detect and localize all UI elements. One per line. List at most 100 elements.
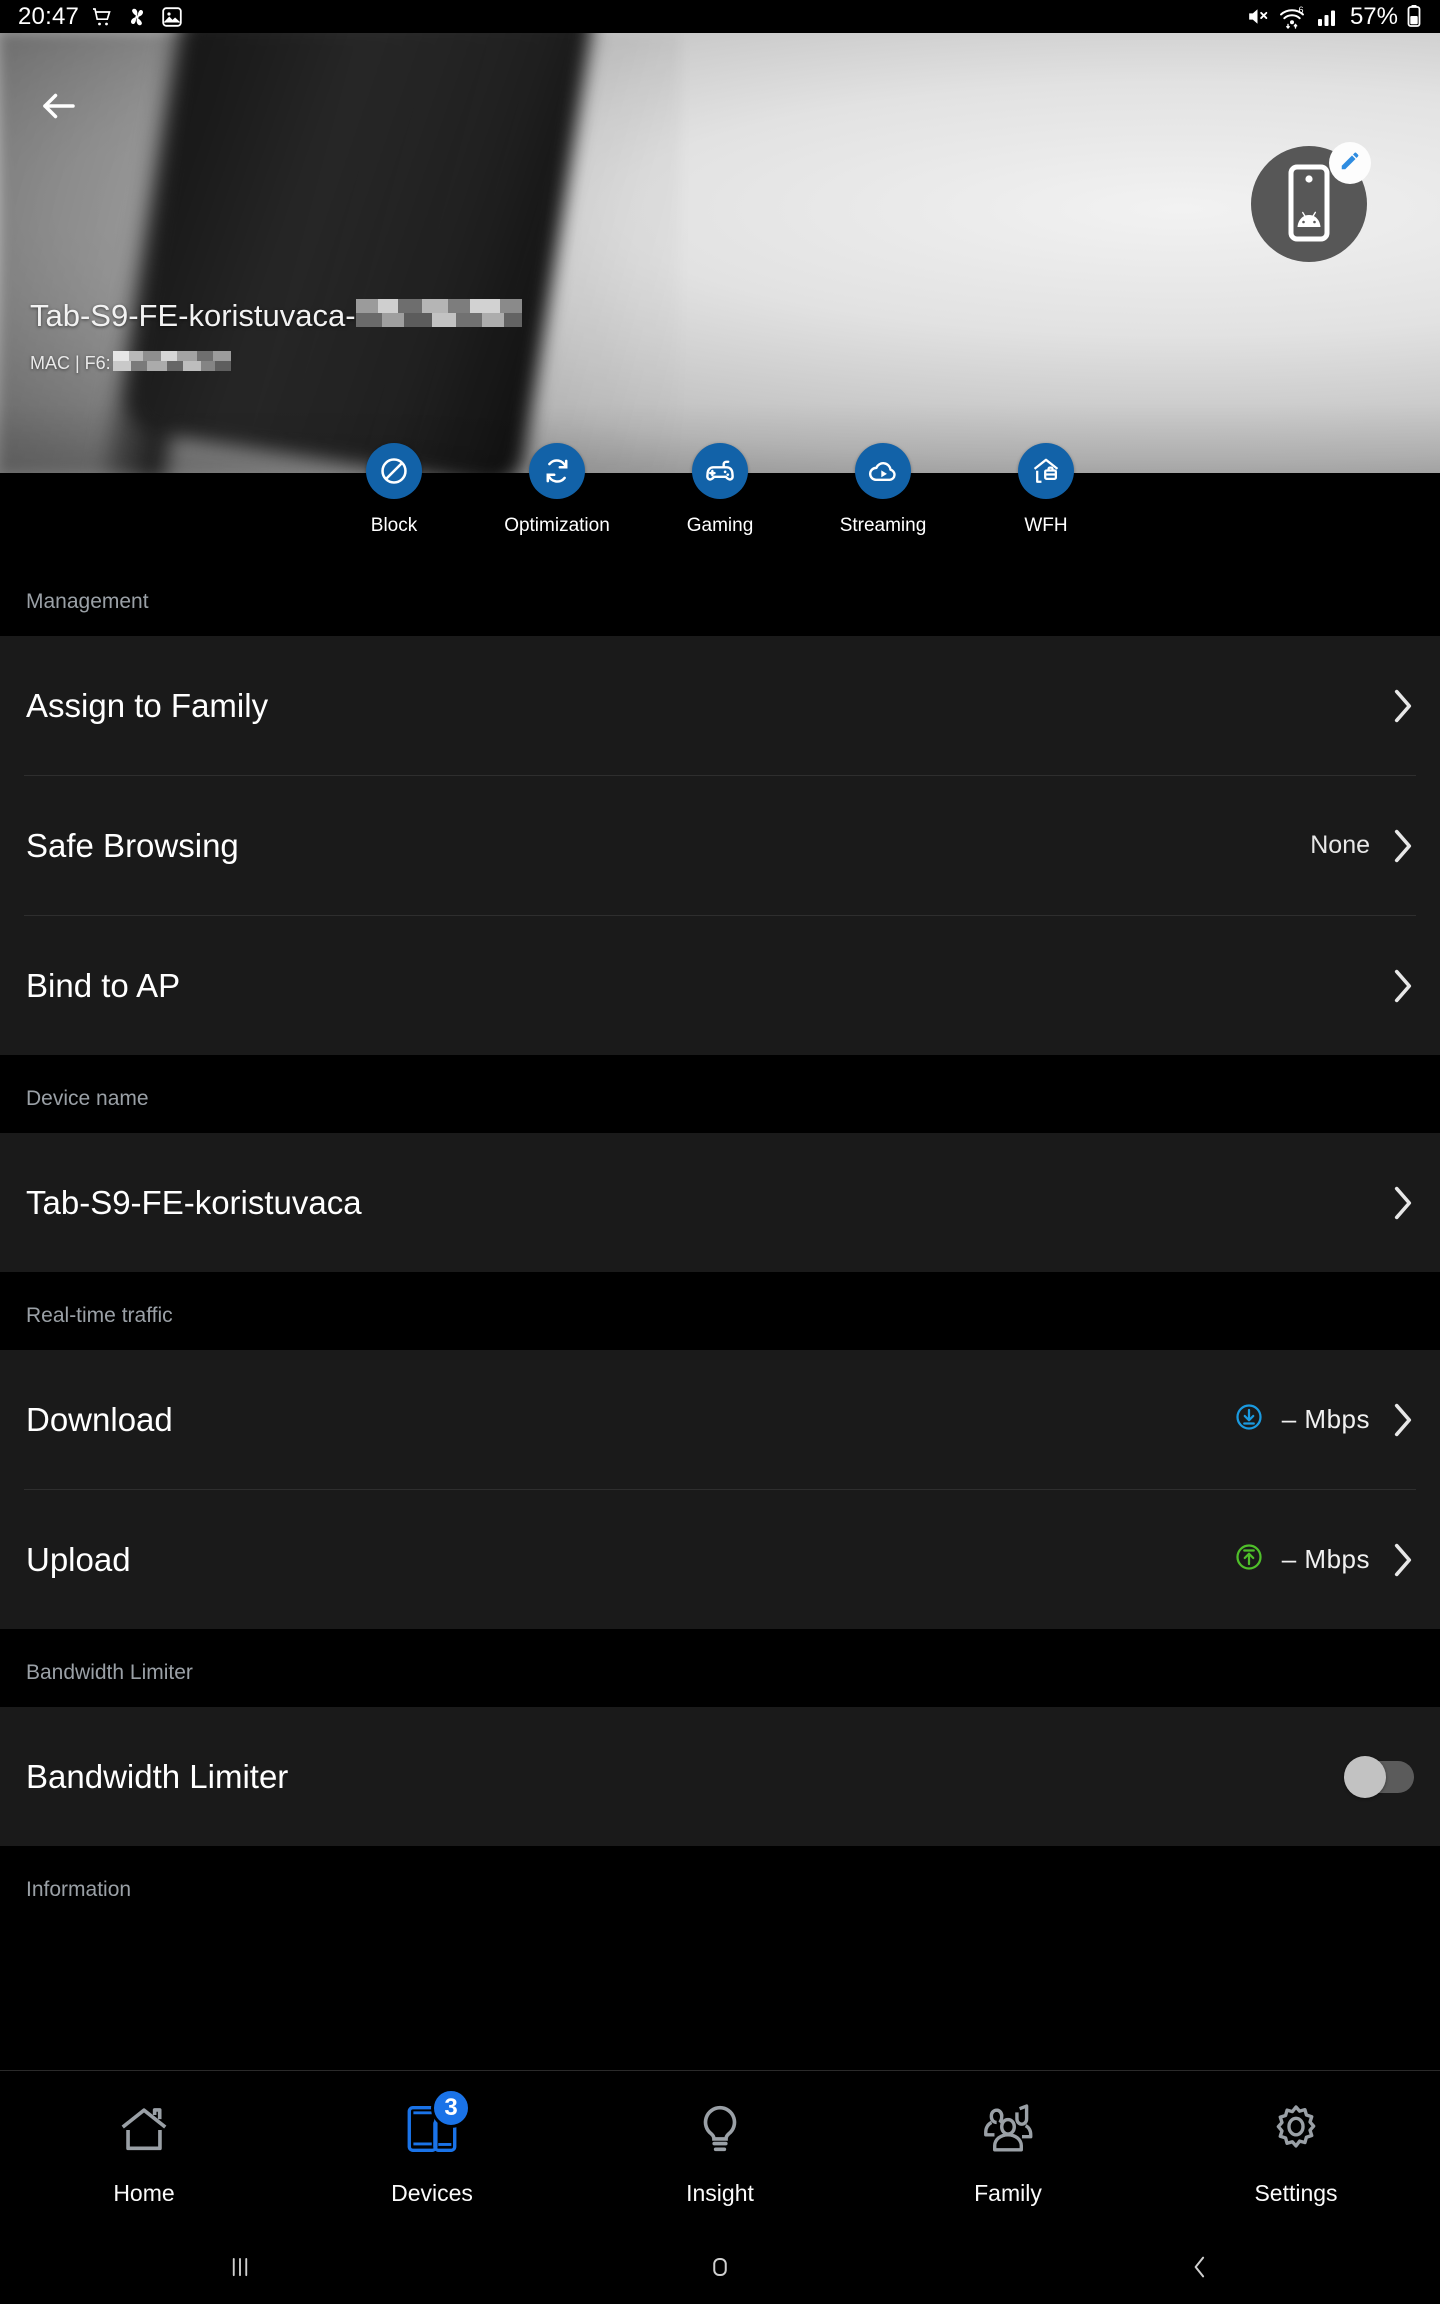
pencil-icon [1339,150,1361,177]
row-assign-to-family-right [1392,688,1414,724]
devices-icon: 3 [395,2088,471,2164]
battery-icon [1406,4,1422,29]
quick-action-gaming[interactable]: Gaming [639,443,802,558]
family-icon [971,2094,1045,2164]
section-header-realtime-traffic-label: Real-time traffic [26,1304,173,1327]
chevron-right-icon [1394,1186,1412,1219]
devices-badge: 3 [431,2088,471,2128]
quick-action-optimization-label: Optimization [504,515,610,536]
bottom-navigation-bar: Home 3 Devices Insight Family Settings [0,2070,1440,2230]
nav-item-settings-label: Settings [1254,2180,1338,2206]
status-bar-clock: 20:47 [18,2,80,30]
upload-speed: – Mbps [1234,1542,1370,1577]
hero-device-name-text: Tab-S9-FE-koristuvaca- [30,298,356,333]
settings-list: Management Assign to Family Safe Browsin… [0,558,1440,1924]
toggle-knob [1344,1755,1386,1798]
image-icon [160,5,184,29]
chevron-right-icon [1394,969,1412,1002]
quick-action-block[interactable]: Block [313,443,476,558]
row-download-label: Download [26,1400,173,1438]
nav-item-insight[interactable]: Insight [576,2094,864,2207]
shopping-cart-icon [90,5,114,29]
section-header-bandwidth-limiter-label: Bandwidth Limiter [26,1661,193,1684]
hero-device-name-redacted [355,295,536,337]
signal-bars-icon [1316,4,1342,29]
row-assign-to-family[interactable]: Assign to Family [0,636,1440,775]
section-header-management-label: Management [26,590,149,613]
row-safe-browsing[interactable]: Safe Browsing None [0,776,1440,915]
row-safe-browsing-value: None [1310,831,1370,859]
status-bar-left: 20:47 [18,3,184,31]
chevron-right-icon [1394,829,1412,862]
block-icon [366,443,422,499]
row-download-right: – Mbps [1234,1402,1414,1438]
recents-icon[interactable] [0,2252,480,2282]
row-upload-value: – Mbps [1281,1544,1370,1574]
house-briefcase-icon [1018,443,1074,499]
quick-action-streaming[interactable]: Streaming [802,443,965,558]
home-icon[interactable] [480,2252,960,2282]
management-card: Assign to Family Safe Browsing None Bind… [0,636,1440,1055]
row-bind-to-ap-right [1392,968,1414,1004]
section-header-device-name-label: Device name [26,1087,149,1110]
quick-action-block-label: Block [370,515,418,536]
upload-circle-icon [1234,1542,1264,1577]
quick-action-wfh[interactable]: WFH [965,443,1128,558]
nav-item-settings[interactable]: Settings [1152,2094,1440,2207]
status-bar: 20:47 6 57% [0,0,1440,33]
row-upload-label: Upload [26,1540,131,1578]
row-upload[interactable]: Upload – Mbps [0,1490,1440,1629]
hero-mac-redacted [111,349,253,378]
device-name-card: Tab-S9-FE-koristuvaca [0,1133,1440,1272]
nav-item-home[interactable]: Home [0,2094,288,2207]
quick-action-gaming-label: Gaming [686,515,754,536]
row-device-name-value: Tab-S9-FE-koristuvaca [26,1183,362,1221]
lightbulb-icon [683,2094,757,2164]
section-header-information-label: Information [26,1878,132,1901]
nav-item-devices[interactable]: 3 Devices [288,2088,576,2207]
back-button[interactable] [26,73,92,139]
section-header-bandwidth-limiter: Bandwidth Limiter [0,1629,1440,1707]
section-header-realtime-traffic: Real-time traffic [0,1272,1440,1350]
device-detail-screen: 20:47 6 57% Tab-S9-FE-koristuvaca- MAC |… [0,0,1440,2304]
row-download[interactable]: Download – Mbps [0,1350,1440,1489]
hero-device-info: Tab-S9-FE-koristuvaca- MAC | F6: [30,295,790,378]
download-circle-icon [1234,1402,1264,1437]
row-bind-to-ap[interactable]: Bind to AP [0,916,1440,1055]
chevron-right-icon [1394,689,1412,722]
back-icon[interactable] [960,2252,1440,2282]
row-bandwidth-limiter[interactable]: Bandwidth Limiter [0,1707,1440,1846]
edit-avatar-button[interactable] [1329,142,1371,184]
device-hero-banner: Tab-S9-FE-koristuvaca- MAC | F6: [0,33,1440,473]
nav-item-family-label: Family [974,2180,1042,2206]
chevron-right-icon [1394,1543,1412,1576]
chevron-right-icon [1394,1403,1412,1436]
bandwidth-limiter-toggle[interactable] [1344,1755,1414,1798]
row-upload-right: – Mbps [1234,1542,1414,1578]
row-bandwidth-limiter-right [1344,1755,1414,1798]
gamepad-icon [692,443,748,499]
gear-icon [1259,2094,1333,2164]
row-bandwidth-limiter-label: Bandwidth Limiter [26,1757,289,1795]
quick-action-optimization[interactable]: Optimization [476,443,639,558]
fan-icon [125,5,149,29]
row-download-value: – Mbps [1281,1404,1370,1434]
android-system-nav [0,2230,1440,2304]
home-icon [107,2094,181,2164]
row-device-name[interactable]: Tab-S9-FE-koristuvaca [0,1133,1440,1272]
section-header-management: Management [0,558,1440,636]
nav-item-insight-label: Insight [686,2180,754,2206]
nav-item-family[interactable]: Family [864,2094,1152,2207]
hero-device-name: Tab-S9-FE-koristuvaca- [30,295,790,337]
section-header-information: Information [0,1846,1440,1924]
row-assign-to-family-label: Assign to Family [26,686,269,724]
nav-item-home-label: Home [113,2180,175,2206]
quick-action-wfh-label: WFH [1024,515,1068,536]
hero-mac-address: MAC | F6: [30,349,790,378]
row-device-name-right [1392,1185,1414,1221]
refresh-icon [529,443,585,499]
bandwidth-limiter-card: Bandwidth Limiter [0,1707,1440,1846]
realtime-traffic-card: Download – Mbps Upload – Mbps [0,1350,1440,1629]
wifi-6-icon: 6 [1278,4,1308,29]
device-avatar[interactable] [1251,142,1371,262]
